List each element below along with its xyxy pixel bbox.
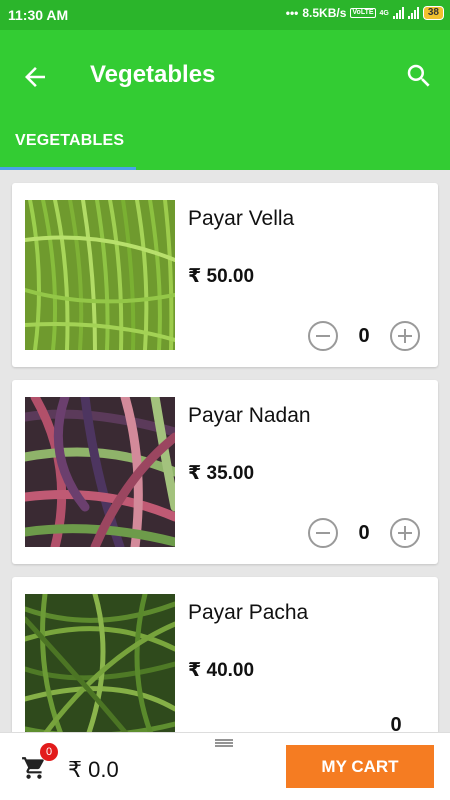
tab-vegetables[interactable]: VEGETABLES: [0, 120, 136, 170]
quantity-value: 0: [390, 714, 402, 732]
my-cart-button[interactable]: MY CART: [286, 745, 434, 788]
decrease-button[interactable]: [307, 517, 339, 549]
tab-label: VEGETABLES: [15, 132, 125, 149]
product-image: [25, 200, 175, 350]
minus-circle-icon: [308, 518, 338, 548]
product-name: Payar Nadan: [188, 404, 311, 427]
product-list[interactable]: Payar Vella ₹ 50.00 0 Payar Nadan ₹ 35.0…: [0, 170, 450, 732]
quantity-stepper: 0: [371, 714, 421, 732]
quantity-stepper: 0: [307, 320, 421, 352]
product-card[interactable]: Payar Nadan ₹ 35.00 0: [12, 380, 438, 564]
quantity-value: 0: [358, 324, 370, 347]
status-bar: 11:30 AM ••• 8.5KB/s VoLTE 4G 38: [0, 0, 450, 30]
arrow-back-icon: [25, 67, 45, 87]
product-price: ₹ 50.00: [188, 266, 255, 287]
quantity-value: 0: [358, 521, 370, 544]
quantity-stepper: 0: [307, 517, 421, 549]
search-icon: [407, 64, 430, 87]
plus-circle-icon: [390, 321, 420, 351]
minus-circle-icon: [308, 321, 338, 351]
cart-count-badge: 0: [40, 743, 58, 761]
drag-handle-icon[interactable]: [215, 735, 233, 747]
bottom-cart-bar: 0 ₹ 0.0 MY CART: [0, 732, 450, 800]
product-price: ₹ 35.00: [188, 463, 255, 484]
product-image: [25, 594, 175, 732]
signal-icon-2: [407, 7, 419, 19]
battery-icon: 38: [422, 6, 444, 20]
status-indicators: ••• 8.5KB/s VoLTE 4G 38: [286, 6, 444, 20]
increase-button[interactable]: [389, 517, 421, 549]
product-name: Payar Pacha: [188, 601, 309, 624]
status-time: 11:30 AM: [8, 7, 69, 23]
page-title: Vegetables: [90, 61, 216, 88]
search-button[interactable]: [404, 61, 434, 91]
volte-badge: VoLTE: [350, 8, 376, 18]
product-card[interactable]: Payar Pacha ₹ 40.00 0: [12, 577, 438, 732]
network-type: 4G: [379, 9, 389, 17]
network-speed: 8.5KB/s: [302, 6, 347, 20]
increase-button[interactable]: [389, 320, 421, 352]
plus-circle-icon: [390, 518, 420, 548]
notification-dots-icon: •••: [285, 6, 299, 20]
decrease-button[interactable]: [307, 320, 339, 352]
product-name: Payar Vella: [188, 207, 295, 230]
product-card[interactable]: Payar Vella ₹ 50.00 0: [12, 183, 438, 367]
signal-icon: [392, 7, 404, 19]
back-button[interactable]: [20, 62, 50, 92]
cart-total: ₹ 0.0: [68, 757, 119, 782]
product-image: [25, 397, 175, 547]
app-bar: Vegetables VEGETABLES: [0, 30, 450, 170]
product-price: ₹ 40.00: [188, 660, 255, 681]
